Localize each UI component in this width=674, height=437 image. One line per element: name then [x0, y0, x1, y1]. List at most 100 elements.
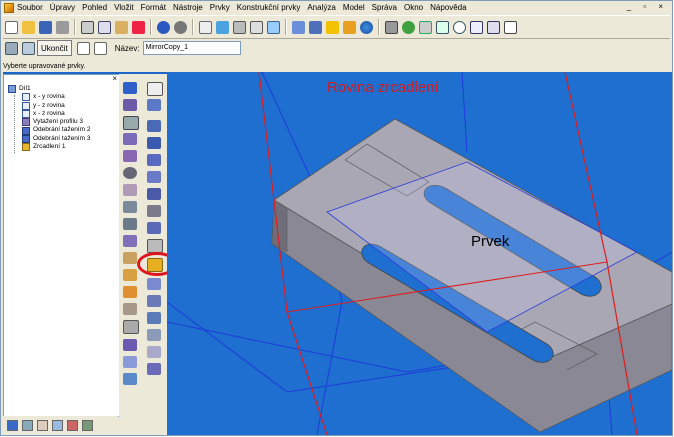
- design-mode-icon[interactable]: [385, 20, 398, 34]
- layers-tab-icon[interactable]: [22, 419, 33, 431]
- tree-item[interactable]: Odebrání tažením 2: [22, 126, 90, 135]
- wire-icon[interactable]: [123, 116, 139, 130]
- finish-button[interactable]: Ukončit: [37, 40, 72, 56]
- open-folder-icon[interactable]: [22, 20, 35, 34]
- sensor-tab-icon[interactable]: [52, 419, 63, 431]
- options-icon[interactable]: [76, 41, 90, 55]
- menu-prvky[interactable]: Prvky: [210, 3, 230, 12]
- tree-item[interactable]: Odebrání tažením 3: [22, 135, 90, 143]
- menu-upravy[interactable]: Úpravy: [50, 3, 75, 12]
- rotate-icon[interactable]: [402, 20, 415, 34]
- new-file-icon[interactable]: [5, 20, 18, 34]
- cylinder-icon[interactable]: [123, 184, 137, 196]
- grid-tab-icon[interactable]: [67, 419, 78, 431]
- pan-icon[interactable]: [419, 20, 432, 34]
- tree-item[interactable]: x - y rovina: [22, 93, 90, 102]
- copy-icon[interactable]: [98, 20, 111, 34]
- measure-icon[interactable]: [147, 346, 161, 358]
- feature-tab-icon[interactable]: [7, 419, 18, 431]
- save-icon[interactable]: [39, 20, 52, 34]
- undo-icon[interactable]: [157, 20, 170, 34]
- help-icon[interactable]: [504, 20, 517, 34]
- 3d-viewport[interactable]: Rovina zrcadlení Prvek: [167, 72, 672, 435]
- loft-icon[interactable]: [123, 286, 137, 298]
- shape-icon[interactable]: [123, 356, 137, 368]
- sweep-icon[interactable]: [123, 269, 137, 281]
- arrow-icon[interactable]: [147, 82, 163, 96]
- app-icon[interactable]: [4, 2, 14, 13]
- tree-item[interactable]: x - z rovina: [22, 110, 90, 119]
- window-controls[interactable]: _ ▫ ×: [627, 2, 668, 11]
- toolbar-separator: [74, 19, 76, 35]
- section-icon[interactable]: [147, 205, 161, 217]
- menu-soubor[interactable]: Soubor: [17, 3, 43, 12]
- rib-icon[interactable]: [147, 137, 161, 149]
- menu-vlozit[interactable]: Vložit: [114, 3, 134, 12]
- fit-icon[interactable]: [470, 20, 483, 34]
- paste-icon[interactable]: [115, 20, 128, 34]
- link-icon[interactable]: [147, 329, 161, 341]
- menu-model[interactable]: Model: [343, 3, 365, 12]
- curve-icon[interactable]: [123, 320, 139, 334]
- sheet-metal-icon[interactable]: [123, 373, 137, 385]
- tree-item[interactable]: y - z rovina: [22, 102, 90, 110]
- catalog-icon[interactable]: [216, 20, 229, 34]
- zoom-window-icon[interactable]: [436, 20, 449, 34]
- revolve-icon[interactable]: [123, 252, 137, 264]
- highlight-icon[interactable]: [326, 20, 339, 34]
- preview-icon[interactable]: [93, 41, 107, 55]
- face-icon[interactable]: [147, 222, 161, 234]
- box-view-icon[interactable]: [292, 20, 305, 34]
- menu-pohled[interactable]: Pohled: [82, 3, 107, 12]
- move-icon[interactable]: [147, 295, 161, 307]
- copy-feature-icon[interactable]: [147, 278, 161, 290]
- select-parts-icon[interactable]: [22, 41, 35, 55]
- render-icon[interactable]: [343, 20, 356, 34]
- menu-sprava[interactable]: Správa: [372, 3, 397, 12]
- emboss-icon[interactable]: [147, 171, 161, 183]
- menu-okno[interactable]: Okno: [404, 3, 423, 12]
- table-icon[interactable]: [250, 20, 263, 34]
- boolean-icon[interactable]: [147, 312, 161, 324]
- sphere-icon[interactable]: [123, 167, 137, 179]
- tree-item[interactable]: Vytažení profilu 3: [22, 118, 90, 127]
- properties-icon[interactable]: [233, 20, 246, 34]
- name-field[interactable]: MirrorCopy_1: [142, 41, 241, 55]
- chamfer-icon[interactable]: [123, 235, 137, 247]
- split-icon[interactable]: [147, 188, 161, 200]
- cut-icon[interactable]: [81, 20, 94, 34]
- cube-view-icon[interactable]: [309, 20, 322, 34]
- select-feature-icon[interactable]: [5, 41, 18, 55]
- pattern-icon[interactable]: [123, 339, 137, 351]
- solid-icon[interactable]: [123, 133, 137, 145]
- shell-icon[interactable]: [123, 201, 137, 213]
- delete-icon[interactable]: [132, 20, 145, 34]
- tools-tab-icon[interactable]: [82, 419, 93, 431]
- thread-icon[interactable]: [147, 154, 161, 166]
- draft-icon[interactable]: [123, 303, 137, 315]
- globe-icon[interactable]: [360, 20, 373, 34]
- menu-konstrukcni-prvky[interactable]: Konstrukční prvky: [237, 3, 301, 12]
- redo-icon[interactable]: [174, 20, 187, 34]
- fillet-icon[interactable]: [123, 218, 137, 230]
- tree-root[interactable]: Díl1: [8, 85, 90, 94]
- grid-icon[interactable]: [147, 239, 163, 253]
- menu-format[interactable]: Formát: [141, 3, 166, 12]
- library-tab-icon[interactable]: [37, 419, 48, 431]
- view-icon[interactable]: [487, 20, 500, 34]
- tree-item[interactable]: Zrcadlení 1: [22, 143, 90, 152]
- pick-icon[interactable]: [123, 82, 137, 94]
- menu-analyza[interactable]: Analýza: [307, 3, 335, 12]
- sheet-icon[interactable]: [267, 20, 280, 34]
- menu-nastroje[interactable]: Nástroje: [173, 3, 203, 12]
- menu-napoveda[interactable]: Nápověda: [430, 3, 466, 12]
- block-icon[interactable]: [123, 150, 137, 162]
- print-icon[interactable]: [56, 20, 69, 34]
- insert-icon[interactable]: [199, 20, 212, 34]
- assembly-icon[interactable]: [147, 363, 161, 375]
- sketch-icon[interactable]: [147, 99, 161, 111]
- hole-icon[interactable]: [147, 120, 161, 132]
- zoom-icon[interactable]: [453, 20, 466, 34]
- close-icon[interactable]: ×: [112, 74, 117, 83]
- extrude-tool-icon[interactable]: [123, 99, 137, 111]
